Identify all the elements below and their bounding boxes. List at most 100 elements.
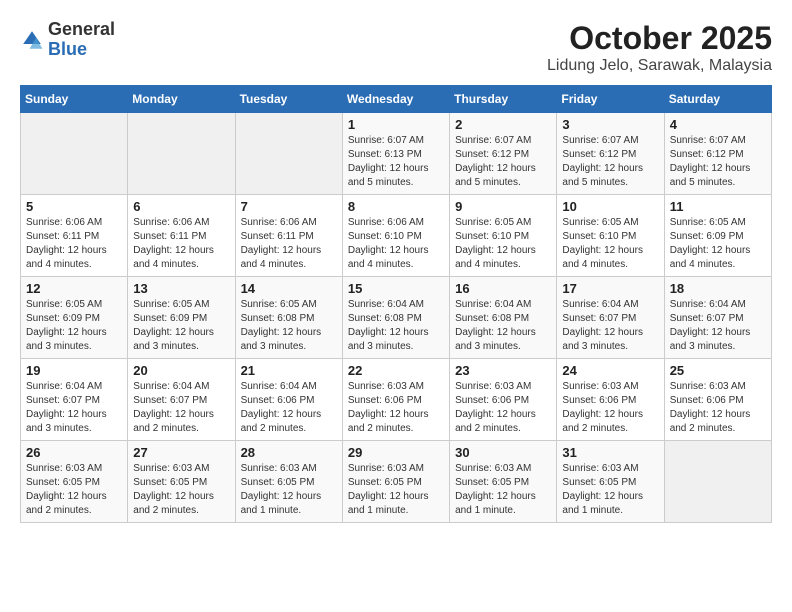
calendar-week-row: 1 Sunrise: 6:07 AM Sunset: 6:13 PM Daylig… bbox=[21, 113, 772, 195]
calendar-week-row: 26Sunrise: 6:03 AM Sunset: 6:05 PM Dayli… bbox=[21, 441, 772, 523]
day-number: 23 bbox=[455, 363, 551, 378]
weekday-header-saturday: Saturday bbox=[664, 86, 771, 113]
logo: General Blue bbox=[20, 20, 115, 60]
calendar-cell: 8Sunrise: 6:06 AM Sunset: 6:10 PM Daylig… bbox=[342, 195, 449, 277]
calendar-cell: 1 Sunrise: 6:07 AM Sunset: 6:13 PM Daylig… bbox=[342, 113, 449, 195]
day-number: 2 bbox=[455, 117, 551, 132]
day-info: Sunrise: 6:03 AM Sunset: 6:05 PM Dayligh… bbox=[562, 462, 658, 518]
calendar-week-row: 12 Sunrise: 6:05 AM Sunset: 6:09 PM Dayli… bbox=[21, 277, 772, 359]
day-info: Sunrise: 6:04 AM Sunset: 6:08 PM Dayligh… bbox=[455, 298, 551, 354]
day-info: Sunrise: 6:05 AM Sunset: 6:10 PM Dayligh… bbox=[562, 216, 658, 272]
day-number: 31 bbox=[562, 445, 658, 460]
location-title: Lidung Jelo, Sarawak, Malaysia bbox=[547, 57, 772, 75]
day-info: Sunrise: 6:03 AM Sunset: 6:05 PM Dayligh… bbox=[241, 462, 337, 518]
day-info: Sunrise: 6:05 AM Sunset: 6:10 PM Dayligh… bbox=[455, 216, 551, 272]
calendar-cell: 10 Sunrise: 6:05 AM Sunset: 6:10 PM Dayli… bbox=[557, 195, 664, 277]
day-number: 9 bbox=[455, 199, 551, 214]
day-info: Sunrise: 6:03 AM Sunset: 6:05 PM Dayligh… bbox=[348, 462, 444, 518]
calendar-cell: 13Sunrise: 6:05 AM Sunset: 6:09 PM Dayli… bbox=[128, 277, 235, 359]
calendar-cell: 4 Sunrise: 6:07 AM Sunset: 6:12 PM Daylig… bbox=[664, 113, 771, 195]
calendar-cell: 19Sunrise: 6:04 AM Sunset: 6:07 PM Dayli… bbox=[21, 359, 128, 441]
day-number: 27 bbox=[133, 445, 229, 460]
day-info: Sunrise: 6:07 AM Sunset: 6:12 PM Dayligh… bbox=[670, 134, 766, 190]
calendar-cell: 18Sunrise: 6:04 AM Sunset: 6:07 PM Dayli… bbox=[664, 277, 771, 359]
day-info: Sunrise: 6:06 AM Sunset: 6:11 PM Dayligh… bbox=[133, 216, 229, 272]
day-number: 24 bbox=[562, 363, 658, 378]
weekday-header-monday: Monday bbox=[128, 86, 235, 113]
day-number: 21 bbox=[241, 363, 337, 378]
day-number: 22 bbox=[348, 363, 444, 378]
day-number: 11 bbox=[670, 199, 766, 214]
logo-blue-text: Blue bbox=[48, 39, 87, 59]
calendar-cell: 14 Sunrise: 6:05 AM Sunset: 6:08 PM Dayli… bbox=[235, 277, 342, 359]
calendar-cell bbox=[128, 113, 235, 195]
day-info: Sunrise: 6:05 AM Sunset: 6:09 PM Dayligh… bbox=[26, 298, 122, 354]
day-number: 10 bbox=[562, 199, 658, 214]
calendar-cell: 22 Sunrise: 6:03 AM Sunset: 6:06 PM Dayli… bbox=[342, 359, 449, 441]
day-number: 19 bbox=[26, 363, 122, 378]
weekday-header-wednesday: Wednesday bbox=[342, 86, 449, 113]
day-info: Sunrise: 6:03 AM Sunset: 6:05 PM Dayligh… bbox=[26, 462, 122, 518]
calendar-cell: 31 Sunrise: 6:03 AM Sunset: 6:05 PM Dayli… bbox=[557, 441, 664, 523]
day-info: Sunrise: 6:07 AM Sunset: 6:13 PM Dayligh… bbox=[348, 134, 444, 190]
calendar-cell: 17Sunrise: 6:04 AM Sunset: 6:07 PM Dayli… bbox=[557, 277, 664, 359]
day-info: Sunrise: 6:04 AM Sunset: 6:06 PM Dayligh… bbox=[241, 380, 337, 436]
day-info: Sunrise: 6:07 AM Sunset: 6:12 PM Dayligh… bbox=[455, 134, 551, 190]
calendar-cell: 6 Sunrise: 6:06 AM Sunset: 6:11 PM Daylig… bbox=[128, 195, 235, 277]
calendar-week-row: 19 Sunrise: 6:04 AM Sunset: 6:07 PM Dayli… bbox=[21, 359, 772, 441]
day-info: Sunrise: 6:05 AM Sunset: 6:09 PM Dayligh… bbox=[670, 216, 766, 272]
day-info: Sunrise: 6:04 AM Sunset: 6:08 PM Dayligh… bbox=[348, 298, 444, 354]
day-number: 20 bbox=[133, 363, 229, 378]
weekday-header-friday: Friday bbox=[557, 86, 664, 113]
day-number: 4 bbox=[670, 117, 766, 132]
day-info: Sunrise: 6:03 AM Sunset: 6:06 PM Dayligh… bbox=[670, 380, 766, 436]
day-number: 18 bbox=[670, 281, 766, 296]
day-number: 12 bbox=[26, 281, 122, 296]
page-header: General Blue October 2025 Lidung Jelo, S… bbox=[20, 20, 772, 75]
calendar-cell: 12 Sunrise: 6:05 AM Sunset: 6:09 PM Dayli… bbox=[21, 277, 128, 359]
day-number: 3 bbox=[562, 117, 658, 132]
calendar-cell: 27 Sunrise: 6:03 AM Sunset: 6:05 PM Dayli… bbox=[128, 441, 235, 523]
day-info: Sunrise: 6:05 AM Sunset: 6:08 PM Dayligh… bbox=[241, 298, 337, 354]
day-number: 5 bbox=[26, 199, 122, 214]
weekday-header-row: SundayMondayTuesdayWednesdayThursdayFrid… bbox=[21, 86, 772, 113]
calendar-cell: 9 Sunrise: 6:05 AM Sunset: 6:10 PM Daylig… bbox=[450, 195, 557, 277]
logo-general-text: General bbox=[48, 19, 115, 39]
day-number: 16 bbox=[455, 281, 551, 296]
calendar-cell: 25 Sunrise: 6:03 AM Sunset: 6:06 PM Dayli… bbox=[664, 359, 771, 441]
day-number: 7 bbox=[241, 199, 337, 214]
calendar-cell bbox=[664, 441, 771, 523]
calendar-cell: 7 Sunrise: 6:06 AM Sunset: 6:11 PM Daylig… bbox=[235, 195, 342, 277]
weekday-header-thursday: Thursday bbox=[450, 86, 557, 113]
calendar-cell: 11 Sunrise: 6:05 AM Sunset: 6:09 PM Dayli… bbox=[664, 195, 771, 277]
day-number: 25 bbox=[670, 363, 766, 378]
day-info: Sunrise: 6:07 AM Sunset: 6:12 PM Dayligh… bbox=[562, 134, 658, 190]
day-info: Sunrise: 6:03 AM Sunset: 6:06 PM Dayligh… bbox=[562, 380, 658, 436]
logo-icon bbox=[20, 28, 44, 52]
day-info: Sunrise: 6:03 AM Sunset: 6:05 PM Dayligh… bbox=[455, 462, 551, 518]
day-number: 8 bbox=[348, 199, 444, 214]
day-info: Sunrise: 6:03 AM Sunset: 6:06 PM Dayligh… bbox=[455, 380, 551, 436]
calendar-cell: 5 Sunrise: 6:06 AM Sunset: 6:11 PM Daylig… bbox=[21, 195, 128, 277]
calendar-cell: 16 Sunrise: 6:04 AM Sunset: 6:08 PM Dayli… bbox=[450, 277, 557, 359]
day-info: Sunrise: 6:03 AM Sunset: 6:06 PM Dayligh… bbox=[348, 380, 444, 436]
day-number: 14 bbox=[241, 281, 337, 296]
day-info: Sunrise: 6:06 AM Sunset: 6:11 PM Dayligh… bbox=[241, 216, 337, 272]
calendar-cell: 26Sunrise: 6:03 AM Sunset: 6:05 PM Dayli… bbox=[21, 441, 128, 523]
day-info: Sunrise: 6:03 AM Sunset: 6:05 PM Dayligh… bbox=[133, 462, 229, 518]
calendar-cell: 2 Sunrise: 6:07 AM Sunset: 6:12 PM Daylig… bbox=[450, 113, 557, 195]
weekday-header-sunday: Sunday bbox=[21, 86, 128, 113]
day-number: 1 bbox=[348, 117, 444, 132]
day-number: 28 bbox=[241, 445, 337, 460]
day-info: Sunrise: 6:05 AM Sunset: 6:09 PM Dayligh… bbox=[133, 298, 229, 354]
calendar-cell: 29Sunrise: 6:03 AM Sunset: 6:05 PM Dayli… bbox=[342, 441, 449, 523]
day-number: 6 bbox=[133, 199, 229, 214]
calendar-cell: 28 Sunrise: 6:03 AM Sunset: 6:05 PM Dayli… bbox=[235, 441, 342, 523]
calendar-cell bbox=[235, 113, 342, 195]
calendar-table: SundayMondayTuesdayWednesdayThursdayFrid… bbox=[20, 85, 772, 523]
day-info: Sunrise: 6:04 AM Sunset: 6:07 PM Dayligh… bbox=[133, 380, 229, 436]
calendar-week-row: 5 Sunrise: 6:06 AM Sunset: 6:11 PM Daylig… bbox=[21, 195, 772, 277]
day-info: Sunrise: 6:06 AM Sunset: 6:11 PM Dayligh… bbox=[26, 216, 122, 272]
calendar-cell: 3 Sunrise: 6:07 AM Sunset: 6:12 PM Daylig… bbox=[557, 113, 664, 195]
calendar-cell bbox=[21, 113, 128, 195]
